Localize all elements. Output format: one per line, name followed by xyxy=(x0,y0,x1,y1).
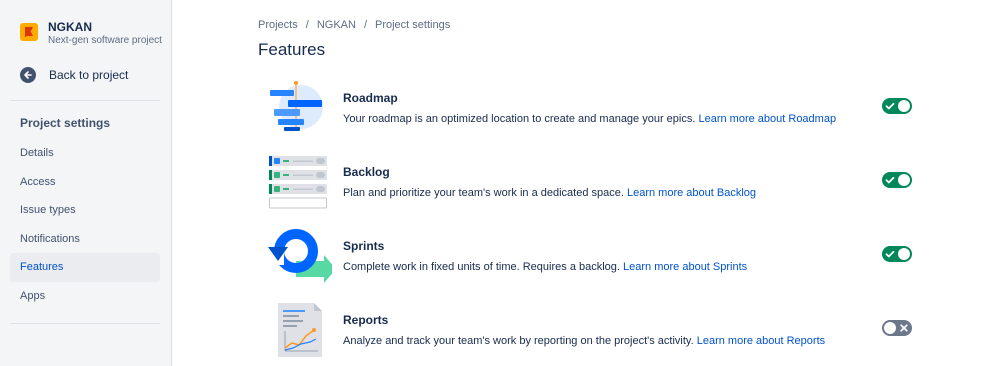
sidebar-section-title: Project settings xyxy=(20,116,111,130)
sidebar-divider xyxy=(10,323,160,324)
project-header: NGKAN Next-gen software project xyxy=(20,20,162,47)
sidebar: NGKAN Next-gen software project Back to … xyxy=(0,0,172,366)
arrow-left-icon xyxy=(20,67,36,83)
sidebar-nav: Details Access Issue types Notifications… xyxy=(10,139,160,310)
feature-title: Backlog xyxy=(343,165,390,179)
close-icon xyxy=(900,324,908,332)
back-to-project-label: Back to project xyxy=(49,68,129,82)
check-icon xyxy=(885,176,895,184)
project-name: NGKAN xyxy=(48,20,92,34)
sprints-toggle[interactable] xyxy=(882,246,912,262)
sidebar-item-notifications[interactable]: Notifications xyxy=(10,225,160,254)
sidebar-item-features[interactable]: Features xyxy=(10,253,160,282)
feature-backlog: Backlog Plan and prioritize your team's … xyxy=(266,153,926,213)
backlog-toggle[interactable] xyxy=(882,172,912,188)
reports-toggle[interactable] xyxy=(882,320,912,336)
feature-description: Your roadmap is an optimized location to… xyxy=(343,113,837,125)
breadcrumb: Projects / NGKAN / Project settings xyxy=(258,19,450,31)
feature-reports: Reports Analyze and track your team's wo… xyxy=(266,301,926,361)
toggle-knob xyxy=(898,100,910,112)
feature-title: Sprints xyxy=(343,239,385,253)
roadmap-illustration-icon xyxy=(270,81,323,131)
breadcrumb-separator: / xyxy=(363,19,367,31)
sidebar-item-details[interactable]: Details xyxy=(10,139,160,168)
backlog-illustration-icon xyxy=(269,156,327,209)
sidebar-item-apps[interactable]: Apps xyxy=(10,282,160,311)
feature-description: Analyze and track your team's work by re… xyxy=(343,335,826,347)
reports-illustration-icon xyxy=(278,303,322,357)
sidebar-item-access[interactable]: Access xyxy=(10,168,160,197)
learn-more-backlog-link[interactable]: Learn more about Backlog xyxy=(627,187,756,199)
back-to-project-link[interactable]: Back to project xyxy=(20,67,128,83)
feature-title: Reports xyxy=(343,313,389,327)
project-type: Next-gen software project xyxy=(48,35,162,46)
check-icon xyxy=(885,250,895,258)
feature-description: Complete work in fixed units of time. Re… xyxy=(343,261,748,273)
learn-more-sprints-link[interactable]: Learn more about Sprints xyxy=(623,261,747,273)
page-title: Features xyxy=(258,40,326,59)
check-icon xyxy=(885,102,895,110)
feature-description: Plan and prioritize your team's work in … xyxy=(343,187,757,199)
project-avatar-icon xyxy=(20,23,38,41)
learn-more-reports-link[interactable]: Learn more about Reports xyxy=(697,335,825,347)
breadcrumb-project-settings[interactable]: Project settings xyxy=(375,19,450,31)
roadmap-toggle[interactable] xyxy=(882,98,912,114)
feature-roadmap: Roadmap Your roadmap is an optimized loc… xyxy=(266,79,926,139)
sidebar-divider xyxy=(10,100,160,101)
toggle-knob xyxy=(884,322,896,334)
toggle-knob xyxy=(898,248,910,260)
toggle-knob xyxy=(898,174,910,186)
breadcrumb-separator: / xyxy=(305,19,309,31)
sprints-illustration-icon xyxy=(268,229,332,283)
feature-sprints: Sprints Complete work in fixed units of … xyxy=(266,227,926,287)
sidebar-item-issue-types[interactable]: Issue types xyxy=(10,196,160,225)
feature-title: Roadmap xyxy=(343,91,398,105)
breadcrumb-project[interactable]: NGKAN xyxy=(317,19,356,31)
learn-more-roadmap-link[interactable]: Learn more about Roadmap xyxy=(698,113,836,125)
breadcrumb-projects[interactable]: Projects xyxy=(258,19,298,31)
